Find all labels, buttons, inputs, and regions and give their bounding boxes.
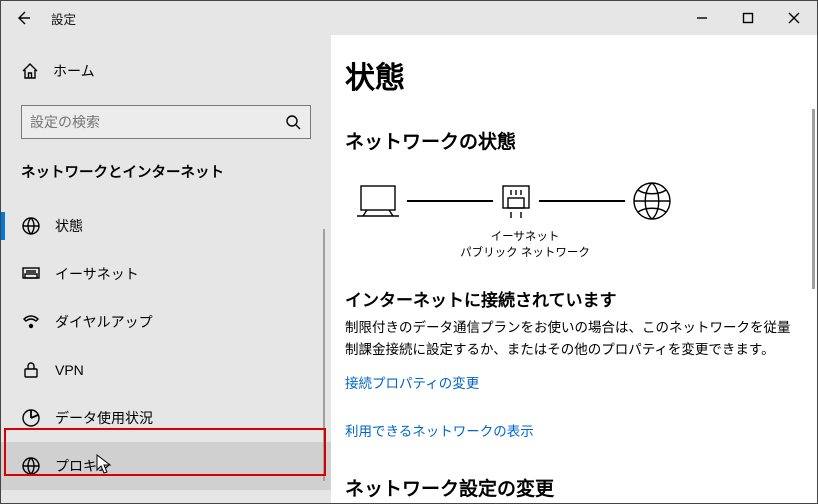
home-icon xyxy=(21,62,39,80)
nav-label: VPN xyxy=(55,362,84,378)
nav-label: ダイヤルアップ xyxy=(55,312,153,332)
connection-status-heading: インターネットに接続されています xyxy=(345,286,793,311)
computer-icon xyxy=(355,182,401,220)
search-icon xyxy=(284,114,302,130)
maximize-button[interactable] xyxy=(725,1,771,35)
nav-item-vpn[interactable]: VPN xyxy=(1,346,331,394)
window-title: 設定 xyxy=(51,9,76,28)
link-show-networks[interactable]: 利用できるネットワークの表示 xyxy=(345,420,793,440)
status-icon xyxy=(21,216,41,236)
nav-item-ethernet[interactable]: イーサネット xyxy=(1,250,331,298)
connection-status-desc: 制限付きのデータ通信プランをお使いの場合は、このネットワークを従量制課金接続に設… xyxy=(345,317,793,360)
network-diagram xyxy=(355,180,793,222)
datausage-icon xyxy=(21,408,41,428)
nav-list: 状態 イーサネット ダイヤルアップ VPN xyxy=(1,202,331,490)
nav-label: プロキシ xyxy=(55,456,111,476)
minimize-button[interactable] xyxy=(679,1,725,35)
connector-line xyxy=(407,200,493,202)
maximize-icon xyxy=(742,12,754,24)
diagram-caption: イーサネット パブリック ネットワーク xyxy=(355,228,695,260)
back-button[interactable] xyxy=(1,1,45,35)
title-bar: 設定 xyxy=(1,1,817,35)
close-button[interactable] xyxy=(771,1,817,35)
nav-item-dialup[interactable]: ダイヤルアップ xyxy=(1,298,331,346)
link-connection-properties[interactable]: 接続プロパティの変更 xyxy=(345,372,793,392)
nav-label: 状態 xyxy=(55,216,83,236)
home-button[interactable]: ホーム xyxy=(1,55,331,87)
content-pane: 状態 ネットワークの状態 イーサネット パブリック ネットワーク インターネット… xyxy=(331,35,817,503)
page-heading: 状態 xyxy=(345,53,793,97)
connector-line xyxy=(539,200,625,202)
nav-item-status[interactable]: 状態 xyxy=(1,202,331,250)
search-input[interactable] xyxy=(30,114,284,130)
section-heading: ネットワーク設定の変更 xyxy=(345,474,793,501)
proxy-icon xyxy=(21,456,41,476)
caption-line2: パブリック ネットワーク xyxy=(355,244,695,260)
router-icon xyxy=(499,182,533,220)
caption-line1: イーサネット xyxy=(355,228,695,244)
category-title: ネットワークとインターネット xyxy=(1,161,331,202)
nav-item-proxy[interactable]: プロキシ xyxy=(1,442,331,490)
nav-label: データ使用状況 xyxy=(55,408,153,428)
nav-label: イーサネット xyxy=(55,264,139,284)
globe-icon xyxy=(631,180,673,222)
nav-item-datausage[interactable]: データ使用状況 xyxy=(1,394,331,442)
home-label: ホーム xyxy=(53,61,95,81)
search-box[interactable] xyxy=(21,105,311,139)
content-scrollbar[interactable] xyxy=(812,109,815,289)
sidebar-scrollbar[interactable] xyxy=(323,229,325,481)
arrow-left-icon xyxy=(15,10,31,26)
dialup-icon xyxy=(21,312,41,332)
close-icon xyxy=(788,12,800,24)
section-heading: ネットワークの状態 xyxy=(345,127,793,154)
ethernet-icon xyxy=(21,264,41,284)
vpn-icon xyxy=(21,360,41,380)
minimize-icon xyxy=(696,12,708,24)
sidebar: ホーム ネットワークとインターネット 状態 イーサネット xyxy=(1,35,331,503)
